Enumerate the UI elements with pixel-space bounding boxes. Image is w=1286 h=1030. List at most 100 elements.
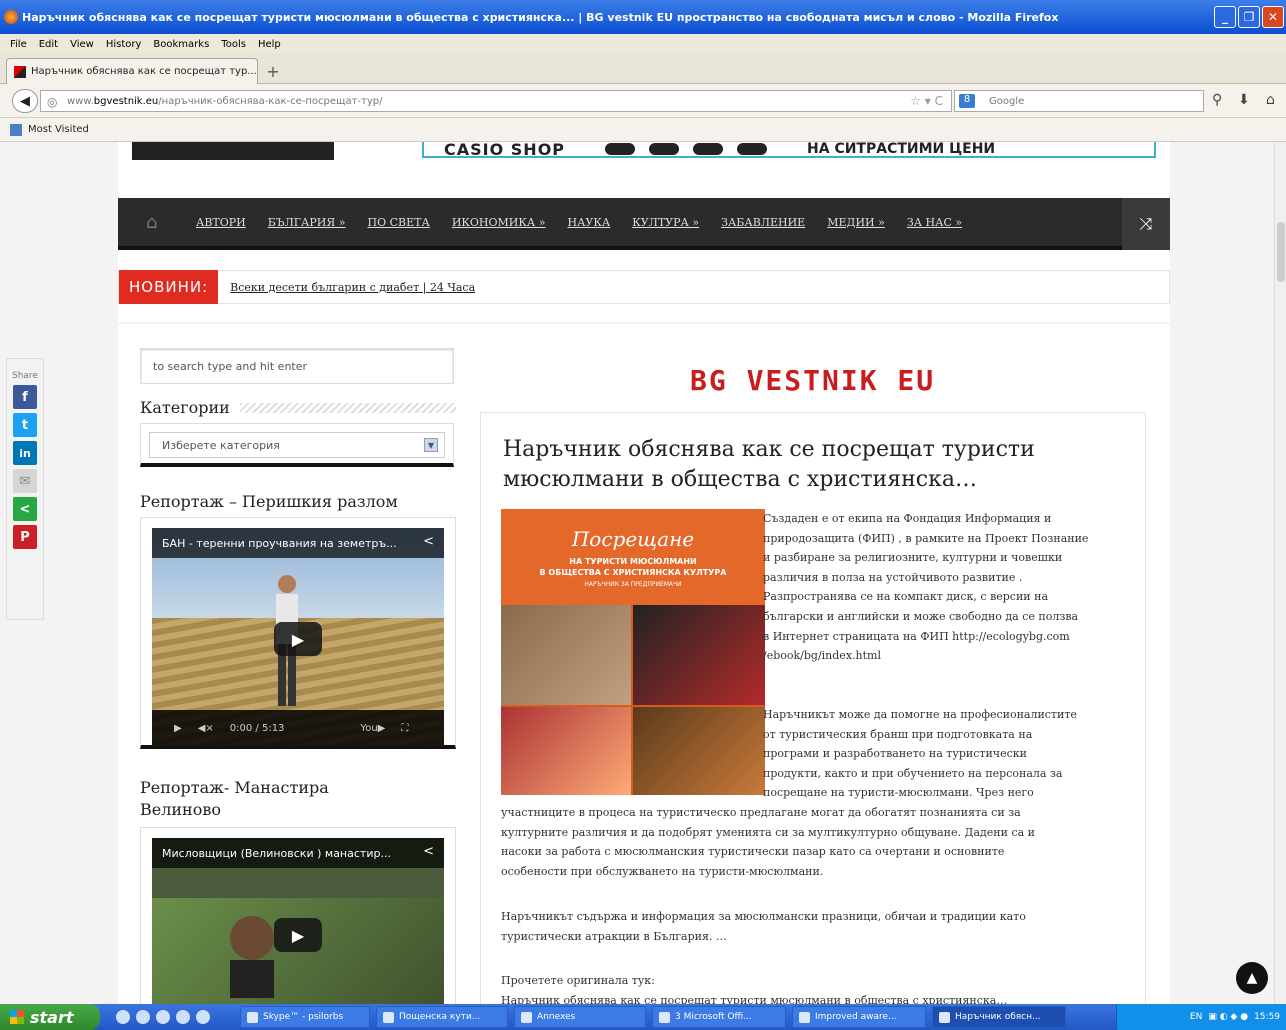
taskbar-item-firefox[interactable]: Наръчник обясн...	[932, 1006, 1066, 1028]
play-small-icon[interactable]: ▶	[174, 723, 182, 734]
play-icon[interactable]: ▶	[274, 918, 322, 952]
header-logo-strip	[132, 142, 334, 160]
nav-economy[interactable]: ИКОНОМИКА »	[452, 216, 546, 229]
linkedin-icon[interactable]: in	[13, 441, 37, 465]
quicklaunch-icon[interactable]	[156, 1010, 170, 1024]
nav-media[interactable]: МЕДИИ »	[827, 216, 885, 229]
categories-title: Категории	[140, 398, 230, 417]
url-prefix: www.	[67, 95, 94, 107]
taskbar-item-office[interactable]: 3 Microsoft Offi...	[652, 1006, 786, 1028]
download-icon[interactable]: ⬇	[1238, 92, 1250, 108]
article-title[interactable]: Наръчник обяснява как се посрещат турист…	[503, 435, 1103, 495]
ad-images	[605, 143, 768, 155]
maximize-button[interactable]: ❐	[1238, 6, 1260, 28]
sidebar-search-input[interactable]: to search type and hit enter	[140, 348, 454, 384]
url-domain: bgvestnik.eu	[93, 95, 159, 107]
home-nav-icon[interactable]: ⌂	[146, 212, 168, 234]
nav-science[interactable]: НАУКА	[567, 216, 610, 229]
window-titlebar: Наръчник обяснява как се посрещат турист…	[0, 0, 1286, 34]
bookmark-star-icon[interactable]: ☆ ▾ C	[910, 94, 943, 108]
nav-entertainment[interactable]: ЗАБАВЛЕНИЕ	[721, 216, 805, 229]
image-subtitle2: В ОБЩЕСТВА С ХРИСТИЯНСКА КУЛТУРА	[539, 568, 727, 577]
categories-select[interactable]: Изберете категория ▼	[149, 432, 445, 458]
video2-player[interactable]: Мисловщици (Велиновски ) манастир... < ▶	[152, 838, 444, 1004]
video1-heading: Репортаж – Перишкия разлом	[140, 492, 398, 511]
taskbar-item-annexes[interactable]: Annexes	[514, 1006, 646, 1028]
image-subtitle3: НАРЪЧНИК ЗА ПРЕДПРИЕМАЧИ	[584, 581, 682, 588]
nav-authors[interactable]: АВТОРИ	[196, 216, 246, 229]
quicklaunch-icon[interactable]	[116, 1010, 130, 1024]
menu-history[interactable]: History	[106, 39, 142, 50]
tab-label: Наръчник обяснява как се посрещат тур...	[31, 66, 257, 77]
article-read-more: Прочетете оригинала тук: Наръчник обясня…	[501, 971, 1131, 1004]
shuffle-icon[interactable]: ⤨	[1122, 198, 1170, 250]
scroll-to-top-icon[interactable]: ▲	[1236, 962, 1268, 994]
tray-icons: ▣ ◐ ◆ ●	[1208, 1012, 1249, 1022]
news-label: НОВИНИ:	[119, 270, 219, 304]
search-placeholder: Google	[989, 95, 1025, 107]
facebook-icon[interactable]: f	[13, 385, 37, 409]
video1-caption: БАН - теренни проучвания на земетръ...	[152, 528, 444, 558]
menu-file[interactable]: File	[10, 39, 27, 50]
url-path: /наръчник-обяснява-как-се-посрещат-тур/	[158, 95, 383, 107]
minimize-button[interactable]: _	[1214, 6, 1236, 28]
ad-banner[interactable]: CASIO SHOP НА СИТРАСТИМИ ЦЕНИ	[422, 142, 1156, 159]
chevron-down-icon[interactable]: ▼	[424, 438, 438, 452]
nav-culture[interactable]: КУЛТУРА »	[632, 216, 699, 229]
close-button[interactable]: ✕	[1262, 6, 1284, 28]
news-headline-link[interactable]: Всеки десети българин с диабет | 24 Часа	[230, 281, 475, 294]
divider	[118, 322, 1170, 324]
youtube-icon[interactable]: You▶	[360, 723, 385, 734]
share-more-icon[interactable]: <	[13, 497, 37, 521]
fullscreen-icon[interactable]: ⛶	[401, 723, 408, 734]
share-label: Share	[12, 371, 38, 381]
twitter-icon[interactable]: t	[13, 413, 37, 437]
search-go-icon[interactable]: ⚲	[1212, 92, 1222, 108]
taskbar-item-mail[interactable]: Пощенска кути...	[376, 1006, 508, 1028]
quicklaunch-icon[interactable]	[196, 1010, 210, 1024]
quicklaunch-icon[interactable]	[176, 1010, 190, 1024]
bookmark-most-visited[interactable]: Most Visited	[28, 124, 89, 135]
page-viewport: CASIO SHOP НА СИТРАСТИМИ ЦЕНИ ⌂ АВТОРИ Б…	[0, 142, 1286, 1004]
taskbar-item-improved[interactable]: Improved aware...	[792, 1006, 926, 1028]
nav-bulgaria[interactable]: БЪЛГАРИЯ »	[268, 216, 346, 229]
article-paragraph-3: Наръчникът съдържа и информация за мюсюл…	[501, 910, 1026, 943]
tab-article[interactable]: Наръчник обяснява как се посрещат тур...	[6, 58, 258, 84]
share-bar: Share f t in ✉ < P	[6, 358, 44, 620]
sidebar-search-placeholder: to search type and hit enter	[153, 359, 308, 373]
pinterest-icon[interactable]: P	[13, 525, 37, 549]
menu-tools[interactable]: Tools	[221, 39, 246, 50]
back-button[interactable]: ◀	[12, 89, 38, 113]
address-bar[interactable]: ◎ www. bgvestnik.eu/наръчник-обяснява-как…	[40, 90, 952, 112]
home-icon[interactable]: ⌂	[1266, 92, 1275, 108]
page-container: CASIO SHOP НА СИТРАСТИМИ ЦЕНИ ⌂ АВТОРИ Б…	[118, 142, 1268, 1004]
menu-edit[interactable]: Edit	[39, 39, 58, 50]
taskbar-item-skype[interactable]: Skype™ - psilorbs	[240, 1006, 370, 1028]
share-icon[interactable]: <	[423, 534, 434, 549]
menu-view[interactable]: View	[70, 39, 94, 50]
clock: 15:59	[1254, 1012, 1280, 1022]
categories-widget: Изберете категория ▼	[140, 423, 454, 467]
nav-about[interactable]: ЗА НАС »	[907, 216, 962, 229]
video1-player[interactable]: БАН - теренни проучвания на земетръ... <…	[152, 528, 444, 746]
ad-text: CASIO SHOP	[444, 142, 566, 159]
menu-bookmarks[interactable]: Bookmarks	[153, 39, 209, 50]
read-more-link[interactable]: Наръчник обяснява как се посрещат турист…	[501, 991, 1131, 1004]
nav-world[interactable]: ПО СВЕТА	[368, 216, 430, 229]
volume-icon[interactable]: ◀×	[198, 723, 214, 734]
site-logo[interactable]: BG VESTNIK EU	[690, 364, 935, 397]
categories-heading: Категории	[140, 398, 456, 417]
search-bar[interactable]: 8 Google	[954, 90, 1204, 112]
vertical-scrollbar[interactable]	[1274, 142, 1286, 1004]
menu-help[interactable]: Help	[258, 39, 281, 50]
start-button[interactable]: start	[0, 1004, 100, 1030]
article-card: Наръчник обяснява как се посрещат турист…	[480, 412, 1146, 1004]
play-icon[interactable]: ▶	[274, 622, 322, 656]
quicklaunch-icon[interactable]	[136, 1010, 150, 1024]
new-tab-button[interactable]: +	[262, 60, 284, 82]
share-icon[interactable]: <	[423, 844, 434, 859]
firefox-icon	[4, 10, 18, 24]
video2-heading: Репортаж- Манастира Велиново	[140, 778, 329, 819]
language-indicator[interactable]: EN	[1190, 1012, 1202, 1022]
email-icon[interactable]: ✉	[13, 469, 37, 493]
